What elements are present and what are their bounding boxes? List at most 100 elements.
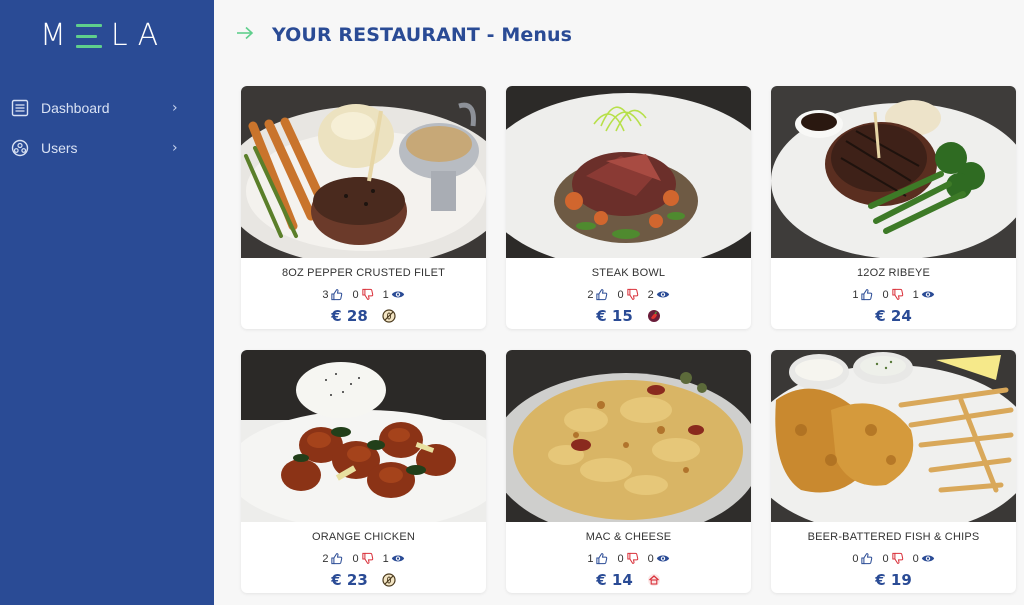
menu-image-steak-bowl — [506, 86, 751, 258]
menu-item-name: MAC & CHEESE — [585, 531, 672, 543]
thumbs-down-icon[interactable] — [361, 288, 374, 301]
dislikes-count: 0 — [617, 552, 624, 565]
likes-count: 0 — [852, 552, 859, 565]
likes-count: 1 — [587, 552, 594, 565]
menu-image-filet — [241, 86, 486, 258]
menu-item-name: 8OZ PEPPER CRUSTED FILET — [281, 267, 446, 279]
menu-item-name: 12OZ RIBEYE — [856, 267, 931, 279]
thumbs-down-icon[interactable] — [891, 288, 904, 301]
eye-icon — [921, 289, 935, 300]
menu-image-orange-chicken — [241, 350, 486, 522]
likes-count: 2 — [587, 288, 594, 301]
sidebar-item-label: Users — [41, 140, 78, 156]
eye-icon — [656, 289, 670, 300]
logo-letter-l: L — [110, 18, 129, 53]
sidebar-item-label: Dashboard — [41, 100, 110, 116]
thumbs-up-icon[interactable] — [595, 552, 608, 565]
likes-stat[interactable]: 0 — [852, 552, 873, 565]
menu-item-name: ORANGE CHICKEN — [311, 531, 416, 543]
views-stat: 1 — [383, 553, 405, 565]
thumbs-down-icon[interactable] — [626, 288, 639, 301]
dislikes-stat[interactable]: 0 — [882, 552, 903, 565]
chevron-right-icon: › — [172, 140, 178, 156]
thumbs-down-icon[interactable] — [626, 552, 639, 565]
sidebar: M L A Dashboard › Users › — [0, 0, 214, 605]
no-gluten-icon — [382, 309, 396, 323]
views-stat: 0 — [913, 553, 935, 565]
sidebar-item-users[interactable]: Users › — [0, 130, 214, 166]
likes-stat[interactable]: 1 — [852, 288, 873, 301]
thumbs-up-icon[interactable] — [860, 552, 873, 565]
menu-card[interactable]: 12OZ RIBEYE 1 0 1 € 24 — [771, 86, 1016, 329]
views-stat: 0 — [648, 553, 670, 565]
dislikes-stat[interactable]: 0 — [352, 552, 373, 565]
views-stat: 2 — [648, 289, 670, 301]
dislikes-count: 0 — [352, 288, 359, 301]
dislikes-count: 0 — [882, 552, 889, 565]
page-header: YOUR RESTAURANT - Menus — [214, 0, 1024, 74]
logo-letter-m: M — [40, 18, 67, 53]
views-count: 1 — [382, 552, 389, 565]
thumbs-up-icon[interactable] — [330, 552, 343, 565]
chili-icon — [647, 310, 660, 322]
thumbs-down-icon[interactable] — [891, 552, 904, 565]
eye-icon — [921, 553, 935, 564]
menu-image-fish-and-chips — [771, 350, 1016, 522]
menu-card[interactable]: STEAK BOWL 2 0 2 € 15 — [506, 86, 751, 329]
thumbs-up-icon[interactable] — [330, 288, 343, 301]
menu-item-price: € 23 — [331, 571, 368, 589]
menu-item-stats: 3 0 1 — [241, 288, 486, 301]
menu-item-price: € 24 — [875, 307, 912, 325]
menu-image-ribeye — [771, 86, 1016, 258]
price-row: € 24 — [771, 307, 1016, 325]
likes-count: 2 — [322, 552, 329, 565]
dislikes-stat[interactable]: 0 — [617, 288, 638, 301]
menu-card[interactable]: BEER-BATTERED FISH & CHIPS 0 0 0 € 19 — [771, 350, 1016, 593]
logo-e-bars — [75, 24, 102, 48]
likes-stat[interactable]: 3 — [322, 288, 343, 301]
price-row: € 19 — [771, 571, 1016, 589]
dislikes-stat[interactable]: 0 — [352, 288, 373, 301]
menu-item-price: € 14 — [596, 571, 633, 589]
price-row: € 23 — [241, 571, 486, 589]
price-row: € 15 — [506, 307, 751, 325]
users-icon — [11, 139, 29, 157]
likes-count: 1 — [852, 288, 859, 301]
menu-item-name: STEAK BOWL — [591, 267, 666, 279]
views-count: 0 — [647, 552, 654, 565]
thumbs-up-icon[interactable] — [860, 288, 873, 301]
eye-icon — [391, 553, 405, 564]
menu-item-stats: 0 0 0 — [771, 552, 1016, 565]
dislikes-stat[interactable]: 0 — [617, 552, 638, 565]
views-count: 2 — [647, 288, 654, 301]
sidebar-item-dashboard[interactable]: Dashboard › — [0, 90, 214, 126]
menu-item-price: € 15 — [596, 307, 633, 325]
chevron-right-icon: › — [172, 100, 178, 116]
views-count: 1 — [912, 288, 919, 301]
list-icon — [11, 99, 29, 117]
menu-item-name: BEER-BATTERED FISH & CHIPS — [807, 531, 980, 543]
menu-card[interactable]: ORANGE CHICKEN 2 0 1 € 23 — [241, 350, 486, 593]
dislikes-count: 0 — [352, 552, 359, 565]
likes-stat[interactable]: 2 — [587, 288, 608, 301]
dislikes-count: 0 — [882, 288, 889, 301]
views-count: 1 — [382, 288, 389, 301]
menu-item-price: € 19 — [875, 571, 912, 589]
thumbs-up-icon[interactable] — [595, 288, 608, 301]
dislikes-stat[interactable]: 0 — [882, 288, 903, 301]
menu-item-price: € 28 — [331, 307, 368, 325]
menu-card[interactable]: MAC & CHEESE 1 0 0 € 14 — [506, 350, 751, 593]
menu-item-stats: 2 0 2 — [506, 288, 751, 301]
likes-stat[interactable]: 1 — [587, 552, 608, 565]
views-stat: 1 — [913, 289, 935, 301]
likes-stat[interactable]: 2 — [322, 552, 343, 565]
thumbs-down-icon[interactable] — [361, 552, 374, 565]
views-count: 0 — [912, 552, 919, 565]
views-stat: 1 — [383, 289, 405, 301]
menu-item-stats: 2 0 1 — [241, 552, 486, 565]
menu-card[interactable]: 8OZ PEPPER CRUSTED FILET 3 0 1 € 28 — [241, 86, 486, 329]
price-row: € 14 — [506, 571, 751, 589]
mela-logo[interactable]: M L A — [40, 18, 159, 54]
arrow-right-icon[interactable] — [236, 26, 254, 40]
page-title: YOUR RESTAURANT - Menus — [272, 24, 573, 46]
